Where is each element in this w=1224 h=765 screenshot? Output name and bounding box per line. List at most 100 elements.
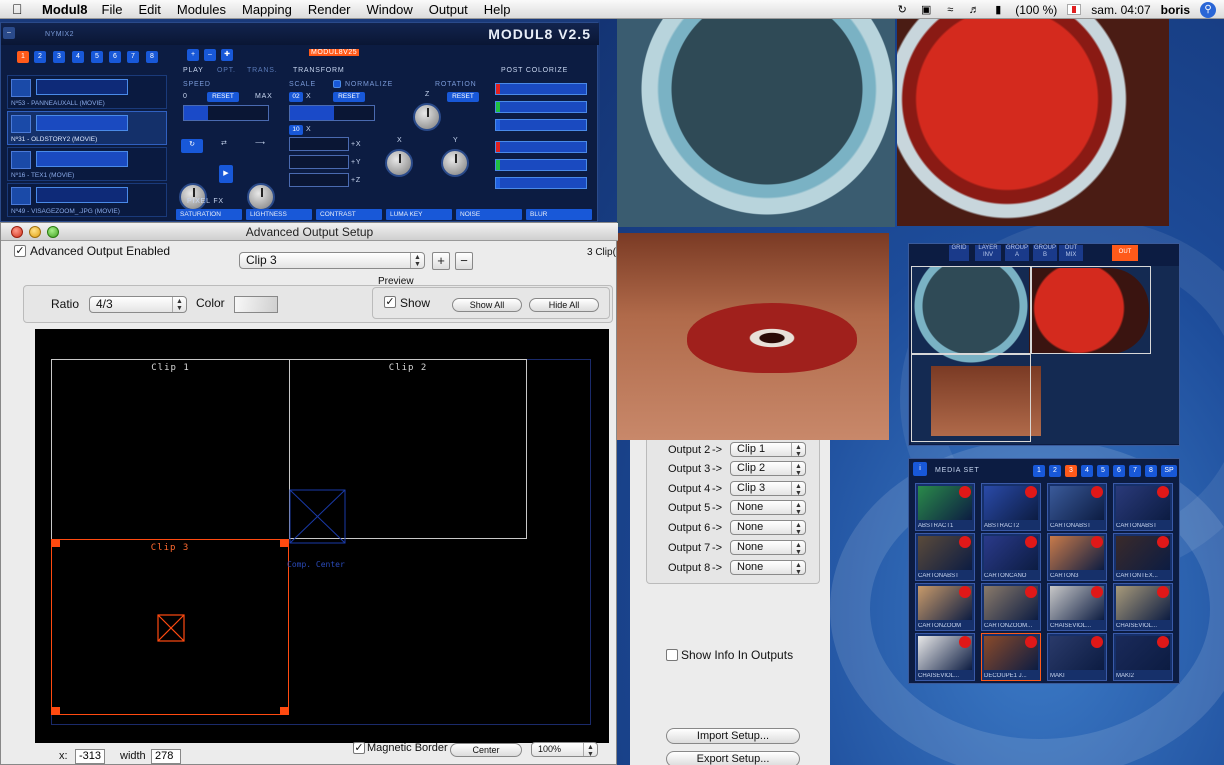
- rotation-reset-button[interactable]: RESET: [447, 92, 479, 102]
- media-status-dot[interactable]: [959, 536, 971, 548]
- show-info-checkbox[interactable]: [666, 649, 678, 661]
- layer-row[interactable]: Nº16 - TEX1 (MOVIE): [7, 147, 167, 181]
- info-button[interactable]: i: [913, 462, 927, 476]
- resize-handle-tl[interactable]: [52, 539, 60, 547]
- media-cell[interactable]: CARTONABST: [1047, 483, 1107, 531]
- speed-slider[interactable]: [183, 105, 269, 121]
- media-status-dot[interactable]: [1091, 636, 1103, 648]
- colorize-blue-slider[interactable]: [495, 119, 587, 131]
- position-z-slider[interactable]: [289, 173, 349, 187]
- position-knob[interactable]: [247, 183, 275, 211]
- show-preview-checkbox[interactable]: ✓: [384, 296, 396, 308]
- layer-tab-1[interactable]: 1: [17, 51, 29, 63]
- x-input[interactable]: -313: [75, 749, 105, 764]
- menu-render[interactable]: Render: [308, 2, 351, 17]
- forward-icon[interactable]: ⟶: [255, 139, 266, 147]
- clip-select[interactable]: Clip 3 ▲ ▼: [239, 252, 425, 269]
- media-cell[interactable]: CARTONZOOM...: [981, 583, 1041, 631]
- fx-blur-button[interactable]: BLUR: [526, 209, 592, 220]
- advanced-output-enabled-checkbox[interactable]: ✓: [14, 245, 26, 257]
- remove-clip-button[interactable]: −: [455, 252, 473, 270]
- output-select[interactable]: None ▲ ▼: [730, 540, 806, 556]
- mapping-tab-grid[interactable]: GRID: [949, 245, 969, 261]
- layer-tab-8[interactable]: 8: [146, 51, 158, 63]
- layer-tab-4[interactable]: 4: [72, 51, 84, 63]
- fx-noise-button[interactable]: NOISE: [456, 209, 522, 220]
- direction-icon[interactable]: ⇄: [221, 139, 228, 147]
- menubar-user[interactable]: boris: [1161, 3, 1190, 17]
- media-tab-1[interactable]: 1: [1033, 465, 1045, 477]
- media-status-dot[interactable]: [1025, 636, 1037, 648]
- colorize-blue-slider-2[interactable]: [495, 177, 587, 189]
- media-cell[interactable]: MAKI2: [1113, 633, 1173, 681]
- layer-tab-7[interactable]: 7: [127, 51, 139, 63]
- volume-icon[interactable]: ♬: [967, 4, 981, 16]
- show-all-button[interactable]: Show All: [452, 298, 522, 312]
- media-cell[interactable]: CARTONABST: [1113, 483, 1173, 531]
- output-select[interactable]: Clip 1 ▲ ▼: [730, 442, 806, 458]
- media-tab-7[interactable]: 7: [1129, 465, 1141, 477]
- sync-icon[interactable]: ↻: [895, 4, 909, 16]
- scale-reset-button[interactable]: RESET: [333, 92, 365, 102]
- hide-all-button[interactable]: Hide All: [529, 298, 599, 312]
- fx-luma-key-button[interactable]: LUMA KEY: [386, 209, 452, 220]
- output-layout-canvas[interactable]: Clip 1 Clip 2 Clip 3 Comp. Center: [35, 329, 609, 743]
- media-cell[interactable]: DECOUPE1 J...: [981, 633, 1041, 681]
- speed-reset-button[interactable]: RESET: [207, 92, 239, 102]
- close-window-button[interactable]: [11, 226, 23, 238]
- layer-tab-6[interactable]: 6: [109, 51, 121, 63]
- media-status-dot[interactable]: [959, 586, 971, 598]
- color-well[interactable]: [234, 296, 278, 313]
- apple-icon[interactable]: : [12, 1, 34, 17]
- media-cell[interactable]: CHAISEVIOL...: [915, 633, 975, 681]
- input-flag-icon[interactable]: [1067, 4, 1082, 15]
- media-status-dot[interactable]: [1025, 486, 1037, 498]
- export-setup-button[interactable]: Export Setup...: [666, 751, 800, 765]
- media-cell[interactable]: CARTONZOOM: [915, 583, 975, 631]
- media-tab-4[interactable]: 4: [1081, 465, 1093, 477]
- colorize-red-slider-2[interactable]: [495, 141, 587, 153]
- media-status-dot[interactable]: [1157, 586, 1169, 598]
- media-cell[interactable]: ABSTRACT1: [915, 483, 975, 531]
- rotation-y-knob[interactable]: [441, 149, 469, 177]
- mapping-tab-layer-inv[interactable]: LAYER INV: [975, 245, 1001, 261]
- media-cell[interactable]: CARTONTEX...: [1113, 533, 1173, 581]
- rotation-z-knob[interactable]: [413, 103, 441, 131]
- scale-y-value[interactable]: 10: [289, 125, 303, 135]
- fx-contrast-button[interactable]: CONTRAST: [316, 209, 382, 220]
- output-select[interactable]: Clip 2 ▲ ▼: [730, 461, 806, 477]
- minimize-window-button[interactable]: [29, 226, 41, 238]
- media-tab-6[interactable]: 6: [1113, 465, 1125, 477]
- output-select[interactable]: None ▲ ▼: [730, 500, 806, 516]
- media-status-dot[interactable]: [1025, 536, 1037, 548]
- tab-play[interactable]: PLAY: [183, 67, 204, 74]
- media-tab-8[interactable]: 8: [1145, 465, 1157, 477]
- colorize-red-slider[interactable]: [495, 83, 587, 95]
- display-icon[interactable]: ▣: [919, 4, 933, 16]
- media-cell[interactable]: CARTON3: [1047, 533, 1107, 581]
- output-select[interactable]: None ▲ ▼: [730, 560, 806, 576]
- mapping-tab-group-b[interactable]: GROUP B: [1033, 245, 1057, 261]
- media-status-dot[interactable]: [1091, 536, 1103, 548]
- play-icon[interactable]: ▶: [219, 165, 233, 183]
- mapping-tab-out-mix[interactable]: OUT MIX: [1059, 245, 1083, 261]
- layer-tab-3[interactable]: 3: [53, 51, 65, 63]
- mapping-tab-out[interactable]: OUT: [1112, 245, 1138, 261]
- remove-layer-button[interactable]: –: [204, 49, 216, 61]
- resize-handle-br[interactable]: [280, 707, 288, 715]
- media-cell[interactable]: MAKI: [1047, 633, 1107, 681]
- media-tab-5[interactable]: 5: [1097, 465, 1109, 477]
- layer-tab-5[interactable]: 5: [91, 51, 103, 63]
- menu-app-name[interactable]: Modul8: [42, 2, 88, 17]
- menu-mapping[interactable]: Mapping: [242, 2, 292, 17]
- collapse-button[interactable]: –: [3, 27, 15, 39]
- media-status-dot[interactable]: [1157, 536, 1169, 548]
- media-cell[interactable]: CARTONABST: [915, 533, 975, 581]
- layer-options-button[interactable]: ✚: [221, 49, 233, 61]
- media-tab-sp[interactable]: SP: [1161, 465, 1177, 477]
- media-status-dot[interactable]: [1157, 636, 1169, 648]
- layer-row[interactable]: Nº53 - PANNEAUXALL (MOVIE): [7, 75, 167, 109]
- media-status-dot[interactable]: [959, 486, 971, 498]
- magnetic-border-checkbox[interactable]: ✓: [353, 742, 365, 754]
- menu-file[interactable]: File: [102, 2, 123, 17]
